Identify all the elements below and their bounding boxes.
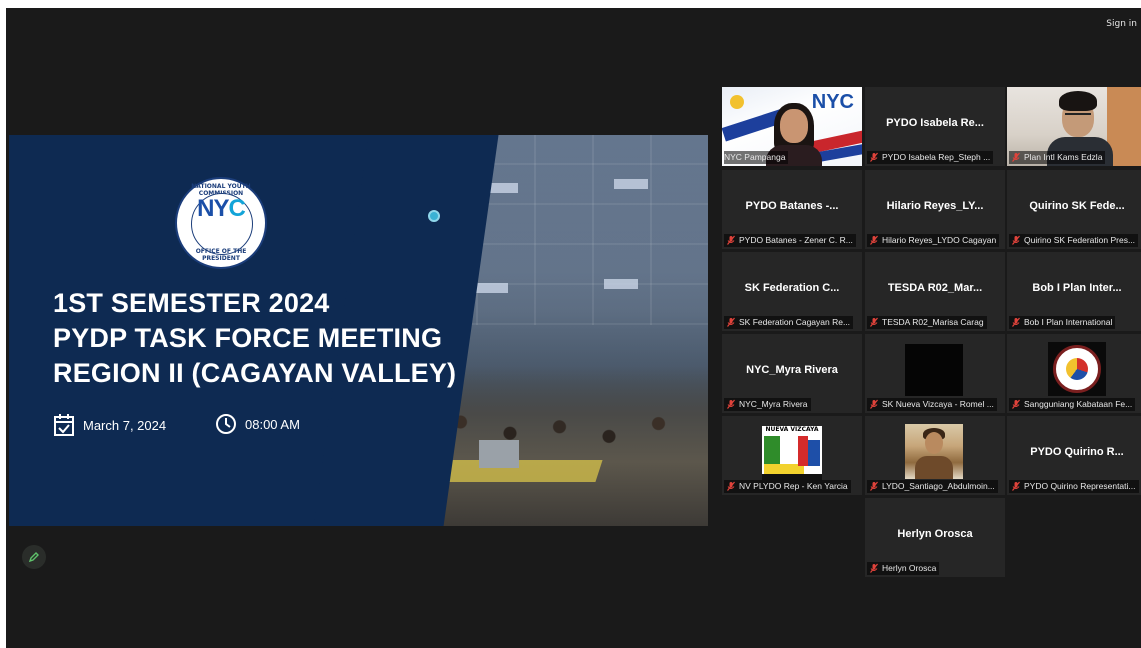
mic-muted-icon: [870, 399, 878, 409]
participant-display-name: Hilario Reyes_LY...: [886, 200, 984, 212]
mic-muted-icon: [870, 563, 878, 573]
clock-icon: [216, 414, 236, 434]
participant-tile[interactable]: Herlyn Orosca Herlyn Orosca: [865, 498, 1005, 577]
mic-muted-icon: [1012, 317, 1020, 327]
participant-name-label: Quirino SK Federation Pres...: [1009, 234, 1139, 247]
participant-name-label: NYC_Myra Rivera: [724, 398, 811, 411]
participant-tile[interactable]: SK Federation C... SK Federation Cagayan …: [722, 252, 862, 331]
participant-display-name: Quirino SK Fede...: [1029, 200, 1125, 212]
participant-name-label: Hilario Reyes_LYDO Cagayan: [867, 234, 1000, 247]
mic-muted-icon: [870, 317, 878, 327]
participant-name-label: SK Federation Cagayan Re...: [724, 316, 854, 329]
slide-date: March 7, 2024: [53, 413, 166, 437]
participant-name-label: Herlyn Orosca: [867, 562, 940, 575]
participant-name-label: TESDA R02_Marisa Carag: [867, 316, 987, 329]
mic-muted-icon: [870, 235, 878, 245]
slide-title-line-3: REGION II (CAGAYAN VALLEY): [53, 358, 457, 388]
participant-tile[interactable]: Sangguniang Kabataan Fe...: [1007, 334, 1141, 413]
participant-name-label: Bob I Plan International: [1009, 316, 1116, 329]
pointer-dot: [428, 210, 440, 222]
participant-name-label: PYDO Isabela Rep_Steph ...: [867, 151, 994, 164]
annotate-pen-button[interactable]: [22, 545, 46, 569]
calendar-icon: [54, 414, 74, 436]
mic-muted-icon: [727, 399, 735, 409]
mic-muted-icon: [727, 235, 735, 245]
participant-avatar: [905, 424, 963, 479]
nueva-vizcaya-avatar: NUEVA VIZCAYA: [762, 426, 822, 480]
participant-display-name: PYDO Isabela Re...: [886, 117, 984, 129]
participant-name-label: PYDO Quirino Representati...: [1009, 480, 1139, 493]
participant-name-label: NV PLYDO Rep - Ken Yarcia: [724, 480, 851, 493]
participant-tile[interactable]: Bob I Plan Inter... Bob I Plan Internatio…: [1007, 252, 1141, 331]
participant-tile[interactable]: Hilario Reyes_LY... Hilario Reyes_LYDO Ca…: [865, 170, 1005, 249]
participant-display-name: SK Federation C...: [744, 282, 840, 294]
participant-display-name: Bob I Plan Inter...: [1032, 282, 1122, 294]
slide-title-line-1: 1ST SEMESTER 2024: [53, 288, 330, 318]
sk-seal-avatar: [1048, 342, 1106, 396]
participant-tile[interactable]: PYDO Batanes -... PYDO Batanes - Zener C.…: [722, 170, 862, 249]
slide-time-text: 08:00 AM: [245, 416, 300, 432]
participant-name-label: LYDO_Santiago_Abdulmoin...: [867, 480, 998, 493]
participant-tile[interactable]: TESDA R02_Mar... TESDA R02_Marisa Carag: [865, 252, 1005, 331]
mic-muted-icon: [870, 152, 878, 162]
participant-tile[interactable]: Plan Intl Kams Edzla: [1007, 87, 1141, 166]
participant-tile[interactable]: PYDO Isabela Re... PYDO Isabela Rep_Steph…: [865, 87, 1005, 166]
mic-muted-icon: [1012, 399, 1020, 409]
slide-date-text: March 7, 2024: [83, 417, 167, 433]
slide-title-line-2: PYDP TASK FORCE MEETING: [53, 323, 443, 353]
slide-time: 08:00 AM: [215, 413, 300, 435]
meeting-window: Sign in NATIONAL YOUTH COMMISSION NYC OF…: [6, 8, 1141, 648]
participant-name-label: NYC Pampanga: [724, 151, 789, 164]
participant-display-name: Herlyn Orosca: [897, 528, 973, 540]
mic-muted-icon: [1012, 235, 1020, 245]
participant-display-name: TESDA R02_Mar...: [887, 282, 983, 294]
participant-display-name: PYDO Batanes -...: [745, 200, 839, 212]
participant-name-label: SK Nueva Vizcaya - Romel ...: [867, 398, 997, 411]
participant-name-label: Sangguniang Kabataan Fe...: [1009, 398, 1136, 411]
shared-screen: NATIONAL YOUTH COMMISSION NYC OFFICE OF …: [9, 135, 708, 526]
mic-muted-icon: [1012, 152, 1020, 162]
participant-tile[interactable]: Quirino SK Fede... Quirino SK Federation …: [1007, 170, 1141, 249]
sign-in-link[interactable]: Sign in: [1106, 19, 1137, 29]
mic-muted-icon: [1012, 481, 1020, 491]
pen-icon: [28, 552, 39, 563]
participant-name-label: PYDO Batanes - Zener C. R...: [724, 234, 856, 247]
participant-tile[interactable]: SK Nueva Vizcaya - Romel ...: [865, 334, 1005, 413]
participant-tile[interactable]: NYC NYC Pampanga: [722, 87, 862, 166]
mic-muted-icon: [727, 481, 735, 491]
nyc-logo: NATIONAL YOUTH COMMISSION NYC OFFICE OF …: [175, 177, 267, 269]
participant-tile[interactable]: LYDO_Santiago_Abdulmoin...: [865, 416, 1005, 495]
participant-tile[interactable]: PYDO Quirino R... PYDO Quirino Representa…: [1007, 416, 1141, 495]
participant-avatar: [905, 344, 963, 396]
mic-muted-icon: [727, 317, 735, 327]
mic-muted-icon: [870, 481, 878, 491]
participant-display-name: PYDO Quirino R...: [1030, 446, 1124, 458]
participant-name-label: Plan Intl Kams Edzla: [1009, 151, 1106, 164]
participant-display-name: NYC_Myra Rivera: [746, 364, 838, 376]
participant-tile[interactable]: NYC_Myra Rivera NYC_Myra Rivera: [722, 334, 862, 413]
participant-tile[interactable]: NUEVA VIZCAYA NV PLYDO Rep - Ken Yarcia: [722, 416, 862, 495]
